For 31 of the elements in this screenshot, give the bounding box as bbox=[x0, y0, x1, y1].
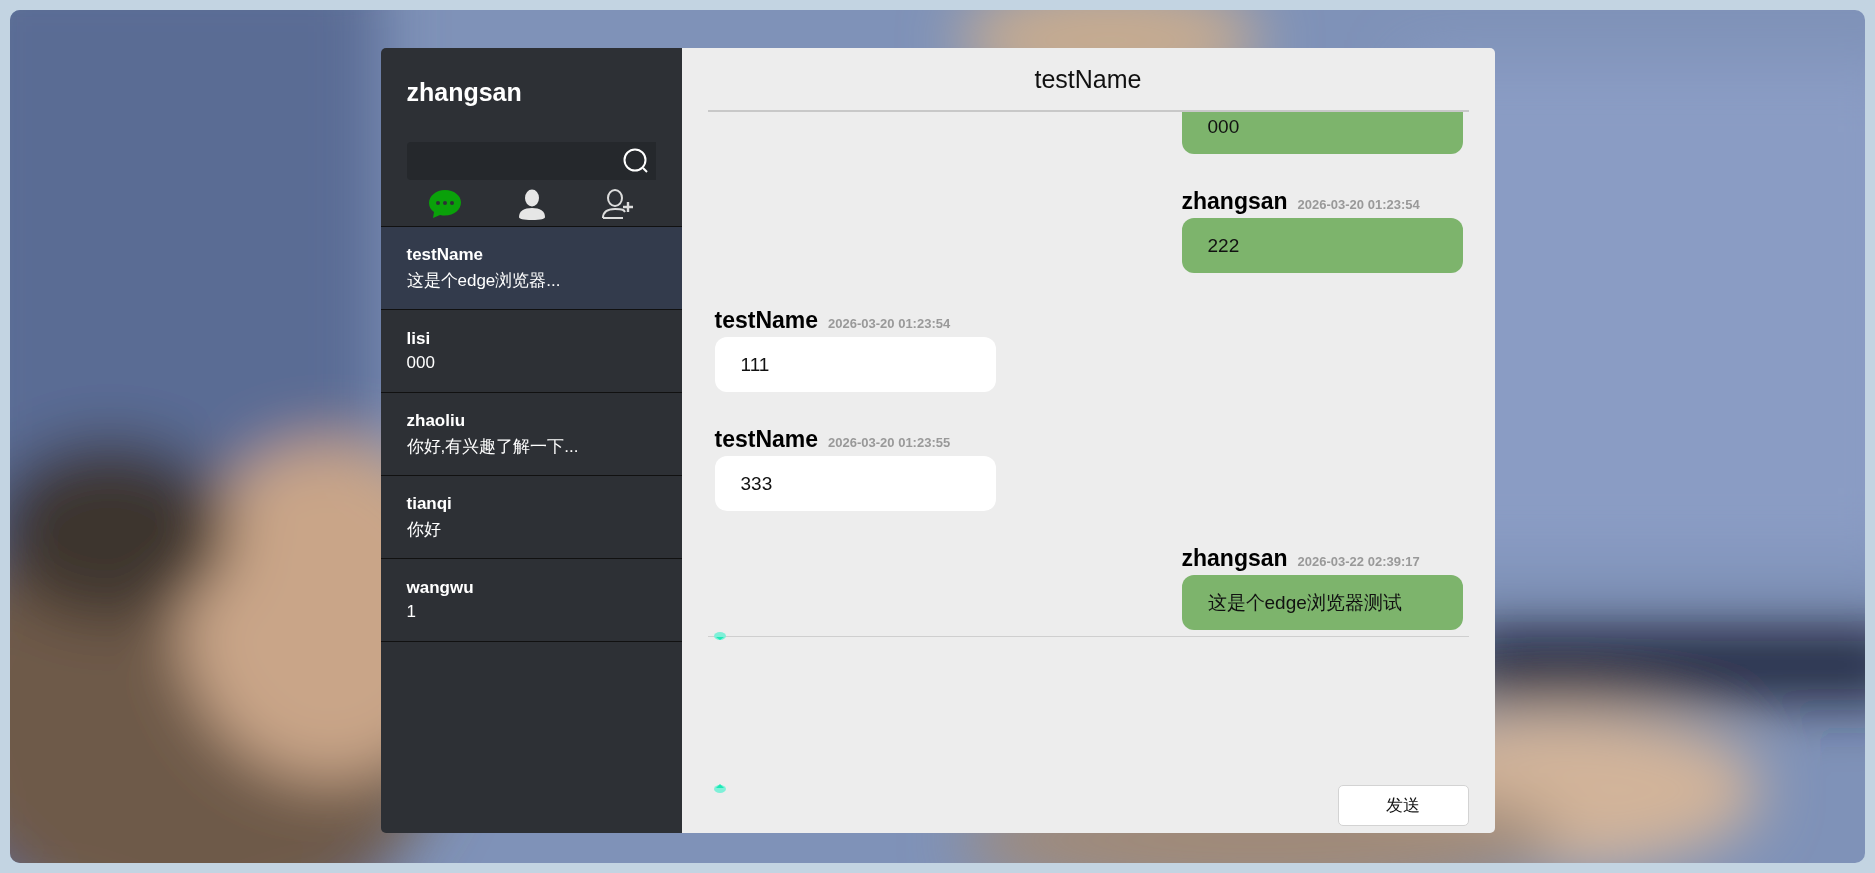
search-icon bbox=[621, 147, 650, 175]
search-button[interactable] bbox=[615, 142, 656, 180]
conversation-item[interactable]: testName 这是个edge浏览器... bbox=[380, 227, 682, 310]
contact-name: testName bbox=[406, 244, 484, 265]
sender-name: testName bbox=[714, 426, 819, 453]
sender-name: testName bbox=[714, 307, 819, 334]
message-preview: 你好,有兴趣了解一下... bbox=[406, 435, 579, 458]
message-preview: 1 bbox=[406, 602, 416, 622]
sender-name: zhangsan bbox=[1181, 188, 1288, 215]
message-time: 2026-03-20 01:23:55 bbox=[828, 435, 951, 450]
message-time: 2026-03-22 02:39:17 bbox=[1297, 554, 1420, 569]
sender-name: zhangsan bbox=[1181, 545, 1288, 572]
message-bubble: 111 bbox=[714, 337, 996, 392]
message-preview: 这是个edge浏览器... bbox=[406, 269, 561, 292]
message-bubble: 222 bbox=[1181, 218, 1463, 273]
user-name: zhangsan bbox=[406, 78, 522, 106]
message-time: 2026-03-20 01:23:54 bbox=[828, 316, 951, 331]
chat-title: testName bbox=[1034, 64, 1142, 94]
contact-name: zhaoliu bbox=[406, 410, 466, 431]
contact-name: wangwu bbox=[406, 578, 474, 598]
message-preview: 000 bbox=[406, 353, 435, 373]
send-button[interactable]: 发送 bbox=[1337, 785, 1469, 826]
handle-icon bbox=[713, 783, 726, 793]
message-preview: 你好 bbox=[406, 518, 441, 541]
message-time: 2026-03-20 01:23:54 bbox=[1297, 197, 1420, 212]
message-bubble: 000 bbox=[1181, 112, 1463, 154]
message-bubble: 333 bbox=[714, 456, 996, 511]
contact-name: tianqi bbox=[406, 493, 452, 514]
handle-icon bbox=[713, 631, 726, 641]
contact-name: lisi bbox=[406, 329, 431, 349]
message-bubble: 这是个edge浏览器测试 bbox=[1181, 575, 1463, 630]
